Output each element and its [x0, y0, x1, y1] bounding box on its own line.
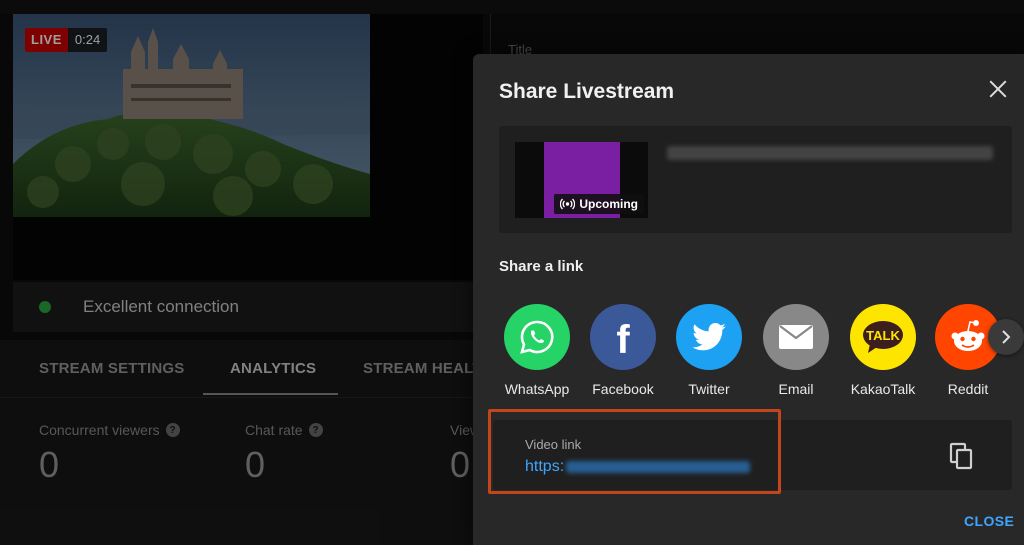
reddit-label: Reddit [947, 381, 989, 397]
blurred-stream-title [667, 146, 993, 160]
share-email-button[interactable]: Email [756, 304, 836, 397]
stream-preview-card: Upcoming [499, 126, 1012, 233]
chevron-right-icon [1002, 330, 1011, 344]
whatsapp-label: WhatsApp [504, 381, 570, 397]
twitter-icon [676, 304, 742, 370]
share-kakaotalk-button[interactable]: TALK KakaoTalk [843, 304, 923, 397]
kakaotalk-label: KakaoTalk [850, 381, 916, 397]
annotation-highlight-box [488, 409, 781, 494]
twitter-label: Twitter [688, 381, 730, 397]
email-icon [763, 304, 829, 370]
email-label: Email [778, 381, 814, 397]
close-button[interactable]: CLOSE [964, 513, 1014, 529]
whatsapp-icon [504, 304, 570, 370]
share-link-heading: Share a link [499, 258, 584, 275]
next-share-button[interactable] [988, 319, 1024, 355]
youtube-studio-live: LIVE 0:24 Title Excellent connection STR… [0, 0, 1024, 545]
upcoming-badge: Upcoming [554, 194, 644, 214]
copy-icon[interactable] [949, 442, 975, 470]
stream-thumbnail: Upcoming [515, 142, 648, 218]
facebook-label: Facebook [592, 381, 654, 397]
share-twitter-button[interactable]: Twitter [669, 304, 749, 397]
share-whatsapp-button[interactable]: WhatsApp [497, 304, 577, 397]
facebook-icon: f [590, 304, 656, 370]
kakaotalk-icon-text: TALK [866, 328, 900, 343]
kakaotalk-icon: TALK [850, 304, 916, 370]
share-facebook-button[interactable]: f Facebook [583, 304, 663, 397]
share-livestream-dialog: Share Livestream Upcoming Share a link W… [473, 54, 1024, 545]
broadcast-icon [560, 198, 576, 210]
close-icon[interactable] [987, 78, 1009, 100]
dialog-title: Share Livestream [499, 80, 675, 103]
upcoming-label: Upcoming [579, 197, 638, 211]
